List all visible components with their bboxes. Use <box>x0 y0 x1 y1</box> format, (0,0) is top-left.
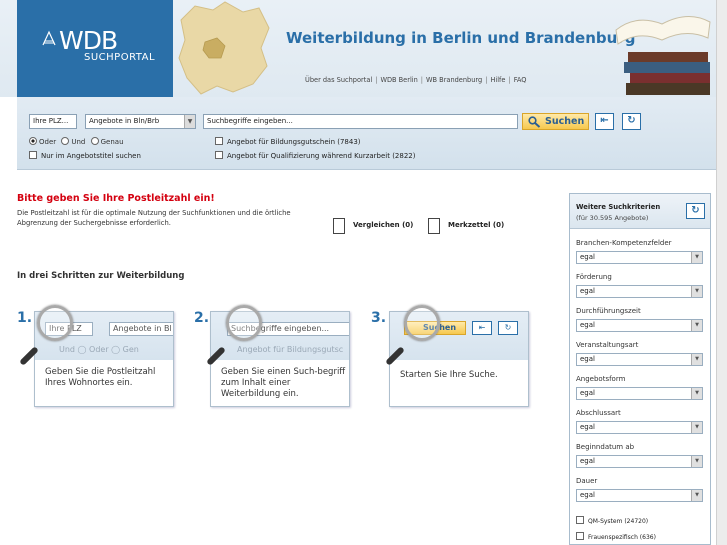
search-panel: Ihre PLZ... Angebote in Bln/Brb ▼ Suchbeg… <box>17 97 716 170</box>
step-2-description: Geben Sie einen Such-begriff zum Inhalt … <box>221 367 346 399</box>
top-navigation: Über das Suchportal | WDB Berlin | WB Brande… <box>305 76 527 84</box>
postcode-warning-title: Bitte geben Sie Ihre Postleitzahl ein! <box>17 193 215 204</box>
logo-text: WDB <box>59 26 118 55</box>
radio-oder[interactable] <box>29 137 37 145</box>
title-only-option[interactable]: Nur im Angebotstitel suchen <box>29 151 141 160</box>
step-2-number: 2. <box>194 310 210 326</box>
books-illustration-icon <box>615 16 711 95</box>
step-1-number: 1. <box>17 310 33 326</box>
criteria-label-dauer: Dauer <box>576 477 598 485</box>
steps-heading: In drei Schritten zur Weiterbildung <box>17 271 185 281</box>
criteria-title: Weitere Suchkriterien <box>576 203 661 211</box>
criteria-label-durchfuehrungszeit: Durchführungszeit <box>576 307 641 315</box>
nav-ueber[interactable]: Über das Suchportal <box>305 76 372 84</box>
logo-subtitle: SUCHPORTAL <box>84 52 156 63</box>
chevron-down-icon: ▼ <box>691 320 702 331</box>
step-1-radios-preview: Und ◯ Oder ◯ Gen <box>59 345 139 354</box>
frauen-checkbox[interactable] <box>576 532 584 540</box>
page-scrollbar[interactable] <box>716 0 727 545</box>
criteria-select-abschlussart[interactable]: egal ▼ <box>576 421 703 434</box>
reset-arrow-icon: ⇤ <box>472 321 492 335</box>
radio-und[interactable] <box>61 137 70 145</box>
criteria-label-beginndatum: Beginndatum ab <box>576 443 635 451</box>
criteria-label-veranstaltungsart: Veranstaltungsart <box>576 341 639 349</box>
criteria-subtitle: (für 30.595 Angebote) <box>576 214 649 222</box>
search-button[interactable]: Suchen <box>522 113 589 130</box>
nav-wb-brandenburg[interactable]: WB Brandenburg <box>426 76 482 84</box>
chevron-down-icon: ▼ <box>691 422 702 433</box>
nav-hilfe[interactable]: Hilfe <box>490 76 505 84</box>
compare-document-icon <box>333 218 345 234</box>
search-mode-radios: Oder Und Genau <box>29 137 124 146</box>
step-1-region-field: Angebote in Bl <box>109 322 173 336</box>
notepad-link[interactable]: Merkzettel (0) <box>428 218 504 234</box>
qm-checkbox[interactable] <box>576 516 584 524</box>
logo[interactable]: WDB SUCHPORTAL <box>17 0 173 97</box>
chevron-down-icon: ▼ <box>691 490 702 501</box>
criteria-select-angebotsform[interactable]: egal ▼ <box>576 387 703 400</box>
extended-criteria-panel: Weitere Suchkriterien (für 30.595 Angebo… <box>569 193 711 545</box>
step-2-option-preview: Angebot für Bildungsgutsc <box>237 345 344 354</box>
notepad-document-icon <box>428 218 440 234</box>
chevron-down-icon: ▼ <box>691 456 702 467</box>
kurzarbeit-checkbox[interactable] <box>215 151 223 159</box>
site-title: Weiterbildung in Berlin und Brandenburg <box>286 29 636 47</box>
bildungsgutschein-option[interactable]: Angebot für Bildungsgutschein (7843) <box>215 137 361 146</box>
postcode-input[interactable]: Ihre PLZ... <box>29 114 77 129</box>
criteria-label-branchen: Branchen-Kompetenzfelder <box>576 239 672 247</box>
nav-faq[interactable]: FAQ <box>514 76 527 84</box>
refresh-icon: ↻ <box>691 205 700 216</box>
criteria-select-dauer[interactable]: egal ▼ <box>576 489 703 502</box>
step-3-number: 3. <box>371 310 387 326</box>
region-select[interactable]: Angebote in Bln/Brb ▼ <box>85 114 196 129</box>
reset-button[interactable]: ⇤ <box>595 113 614 130</box>
refresh-button[interactable]: ↻ <box>622 113 641 130</box>
kurzarbeit-option[interactable]: Angebot für Qualifizierung während Kurza… <box>215 151 415 160</box>
chevron-down-icon: ▼ <box>691 252 702 263</box>
criteria-check-qm[interactable]: QM-System (24720) <box>576 516 648 525</box>
brandenburg-map-icon <box>178 1 270 95</box>
radio-genau[interactable] <box>90 137 99 145</box>
criteria-label-abschlussart: Abschlussart <box>576 409 621 417</box>
bildungsgutschein-checkbox[interactable] <box>215 137 223 145</box>
criteria-select-beginndatum[interactable]: egal ▼ <box>576 455 703 468</box>
compare-link[interactable]: Vergleichen (0) <box>333 218 413 234</box>
step-3-description: Starten Sie Ihre Suche. <box>400 370 498 380</box>
title-only-checkbox[interactable] <box>29 151 37 159</box>
criteria-check-frauen[interactable]: Frauenspezifisch (636) <box>576 532 656 541</box>
step-1-description: Geben Sie die Postleitzahl Ihres Wohnort… <box>45 367 156 388</box>
search-input[interactable]: Suchbegriffe eingeben... <box>203 114 518 129</box>
criteria-select-veranstaltungsart[interactable]: egal ▼ <box>576 353 703 366</box>
postcode-warning-text: Die Postleitzahl ist für die optimale Nu… <box>17 209 291 227</box>
chevron-down-icon: ▼ <box>184 115 195 128</box>
page-header: WDB SUCHPORTAL Weiterbildung in Berlin u… <box>0 0 716 97</box>
criteria-select-foerderung[interactable]: egal ▼ <box>576 285 703 298</box>
criteria-label-angebotsform: Angebotsform <box>576 375 626 383</box>
refresh-icon: ↻ <box>498 321 518 335</box>
chevron-down-icon: ▼ <box>691 354 702 365</box>
criteria-select-branchen[interactable]: egal ▼ <box>576 251 703 264</box>
criteria-label-foerderung: Förderung <box>576 273 612 281</box>
reset-arrow-icon: ⇤ <box>600 115 609 126</box>
magnifier-icon <box>404 305 440 341</box>
magnifier-icon <box>226 305 262 341</box>
chevron-down-icon: ▼ <box>691 286 702 297</box>
criteria-refresh-button[interactable]: ↻ <box>686 203 705 219</box>
wdb-logo-mark-icon <box>42 30 56 46</box>
nav-wdb-berlin[interactable]: WDB Berlin <box>380 76 417 84</box>
chevron-down-icon: ▼ <box>691 388 702 399</box>
refresh-icon: ↻ <box>627 115 636 126</box>
criteria-select-durchfuehrungszeit[interactable]: egal ▼ <box>576 319 703 332</box>
magnifier-icon <box>37 305 73 341</box>
search-icon <box>528 116 541 128</box>
